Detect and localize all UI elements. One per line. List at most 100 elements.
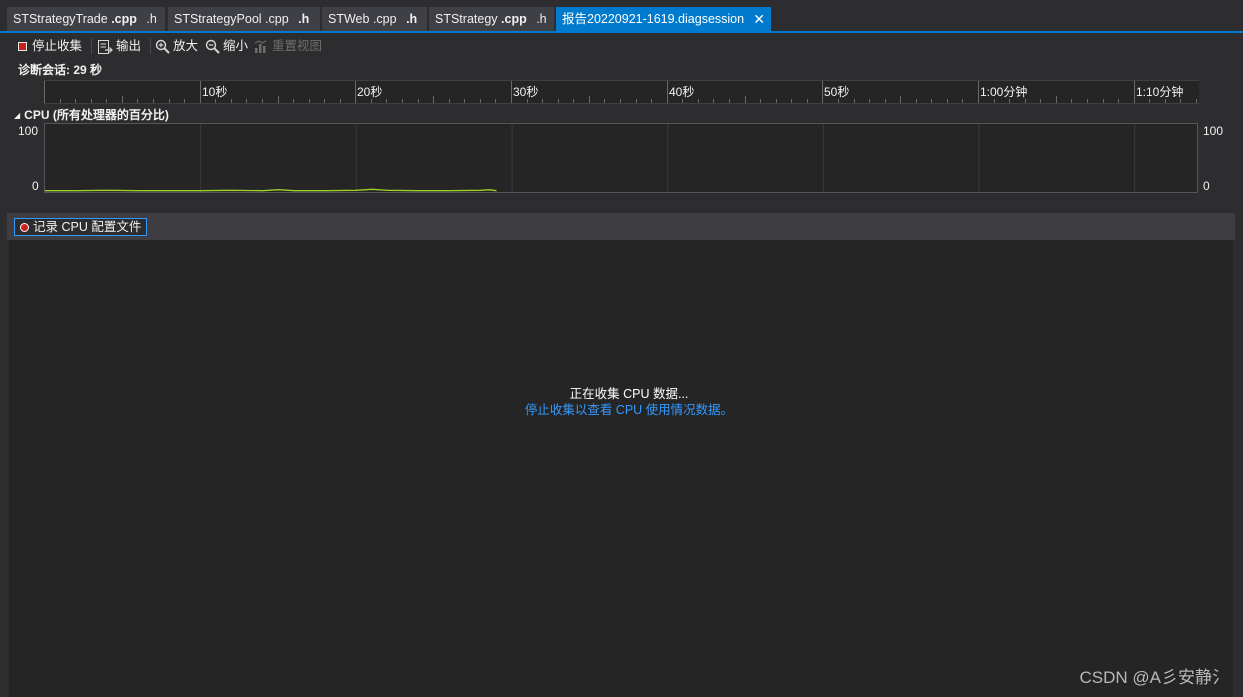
- ruler-minor-tick: [651, 99, 652, 103]
- y-axis-min-left: 0: [32, 179, 39, 193]
- ruler-major-tick: [822, 81, 823, 103]
- y-axis-min-right: 0: [1203, 179, 1210, 193]
- watermark: CSDN @A彡安静氵: [1079, 668, 1230, 687]
- ruler-minor-tick: [869, 99, 870, 103]
- record-cpu-profile-label: 记录 CPU 配置文件: [33, 220, 142, 234]
- tab-ststrategy[interactable]: STStrategy .cpp .h: [429, 7, 554, 31]
- ruler-minor-tick: [776, 99, 777, 103]
- ruler-minor-tick: [745, 96, 746, 103]
- ruler-minor-tick: [947, 99, 948, 103]
- tab-ext-cpp: .cpp: [265, 12, 289, 26]
- stop-collection-link[interactable]: 停止收集以查看 CPU 使用情况数据。: [9, 399, 1243, 418]
- ruler-major-tick: [978, 81, 979, 103]
- ruler-minor-tick: [340, 99, 341, 103]
- ruler-minor-tick: [900, 96, 901, 103]
- tab-label: 报告20220921-1619.diagsession: [562, 12, 745, 26]
- ruler-major-tick: [1134, 81, 1135, 103]
- ruler-minor-tick: [698, 99, 699, 103]
- ruler-minor-tick: [480, 99, 481, 103]
- stop-collection-button[interactable]: 停止收集: [18, 37, 82, 55]
- ruler-major-tick: [667, 81, 668, 103]
- ruler-major-tick: [44, 81, 45, 103]
- ruler-label: 30秒: [513, 85, 539, 99]
- ruler-label: 20秒: [357, 85, 383, 99]
- time-ruler[interactable]: 10秒 20秒 30秒 40秒 50秒 1:00分钟 1:10分钟: [44, 80, 1199, 104]
- cpu-usage-chart[interactable]: [44, 123, 1198, 193]
- toolbar-separator: [150, 38, 151, 54]
- ruler-minor-tick: [1103, 99, 1104, 103]
- ruler-minor-tick: [324, 99, 325, 103]
- ruler-minor-tick: [246, 99, 247, 103]
- ruler-minor-tick: [1071, 99, 1072, 103]
- close-icon[interactable]: ✕: [753, 7, 765, 31]
- ruler-minor-tick: [309, 99, 310, 103]
- ruler-label: 10秒: [202, 85, 228, 99]
- collapse-triangle-icon[interactable]: ◢: [14, 111, 20, 120]
- cpu-usage-chart-svg: [45, 124, 1136, 192]
- zoom-out-button[interactable]: 缩小: [205, 37, 248, 55]
- stop-collection-label: 停止收集: [32, 39, 83, 53]
- ruler-minor-tick: [636, 99, 637, 103]
- ruler-minor-tick: [760, 99, 761, 103]
- zoom-in-label: 放大: [173, 39, 199, 53]
- tab-ststrategypool[interactable]: STStrategyPool .cpp .h: [168, 7, 320, 31]
- ruler-minor-tick: [589, 96, 590, 103]
- ruler-minor-tick: [1087, 99, 1088, 103]
- export-label: 输出: [116, 39, 142, 53]
- tab-label: STWeb: [328, 12, 370, 26]
- ruler-major-tick: [511, 81, 512, 103]
- ruler-label: 40秒: [669, 85, 695, 99]
- ruler-minor-tick: [169, 99, 170, 103]
- ruler-minor-tick: [106, 99, 107, 103]
- ruler-minor-tick: [558, 99, 559, 103]
- ruler-minor-tick: [184, 99, 185, 103]
- ruler-minor-tick: [542, 99, 543, 103]
- reset-view-label: 重置视图: [272, 39, 323, 53]
- cpu-usage-line: [45, 188, 497, 192]
- tab-ext-cpp: .cpp: [111, 12, 137, 26]
- ruler-minor-tick: [137, 99, 138, 103]
- ruler-minor-tick: [402, 99, 403, 103]
- stop-icon: [18, 42, 27, 51]
- ruler-major-tick: [200, 81, 201, 103]
- record-cpu-profile-button[interactable]: 记录 CPU 配置文件: [14, 218, 148, 236]
- diagnostics-toolbar: 停止收集 输出 放大 缩小 重置视图: [7, 34, 1235, 58]
- cpu-panel-title: CPU (所有处理器的百分比): [24, 108, 169, 122]
- ruler-minor-tick: [1056, 96, 1057, 103]
- y-axis-max-right: 100: [1203, 124, 1224, 138]
- cpu-panel-header[interactable]: ◢ CPU (所有处理器的百分比): [14, 106, 169, 123]
- export-button[interactable]: 输出: [97, 37, 141, 55]
- ruler-minor-tick: [122, 96, 123, 103]
- tab-ext-cpp: .cpp: [501, 12, 527, 26]
- tab-label: STStrategyTrade: [13, 12, 108, 26]
- ruler-minor-tick: [433, 96, 434, 103]
- tab-stweb[interactable]: STWeb .cpp .h: [322, 7, 427, 31]
- ruler-minor-tick: [729, 99, 730, 103]
- session-duration-label: 诊断会话: 29 秒: [18, 63, 103, 77]
- ruler-minor-tick: [464, 99, 465, 103]
- tab-label: STStrategyPool: [174, 12, 262, 26]
- ruler-minor-tick: [916, 99, 917, 103]
- ruler-minor-tick: [854, 99, 855, 103]
- ruler-label: 1:10分钟: [1136, 85, 1184, 99]
- ruler-minor-tick: [418, 99, 419, 103]
- reset-view-button[interactable]: 重置视图: [253, 37, 322, 55]
- ruler-minor-tick: [278, 96, 279, 103]
- ruler-minor-tick: [153, 99, 154, 103]
- ruler-minor-tick: [962, 99, 963, 103]
- ruler-minor-tick: [75, 99, 76, 103]
- tab-ext-h: .h: [146, 12, 157, 26]
- ruler-label: 50秒: [824, 85, 850, 99]
- ruler-minor-tick: [573, 99, 574, 103]
- y-axis-max-left: 100: [18, 124, 39, 138]
- zoom-in-button[interactable]: 放大: [155, 37, 198, 55]
- ruler-minor-tick: [495, 99, 496, 103]
- ruler-minor-tick: [60, 99, 61, 103]
- ruler-minor-tick: [262, 99, 263, 103]
- ruler-minor-tick: [449, 99, 450, 103]
- tab-diagsession-report[interactable]: 报告20220921-1619.diagsession ✕: [556, 7, 771, 31]
- ruler-minor-tick: [604, 99, 605, 103]
- zoom-out-label: 缩小: [223, 39, 249, 53]
- ruler-minor-tick: [713, 99, 714, 103]
- tab-ststrategytrade[interactable]: STStrategyTrade .cpp .h: [7, 7, 165, 31]
